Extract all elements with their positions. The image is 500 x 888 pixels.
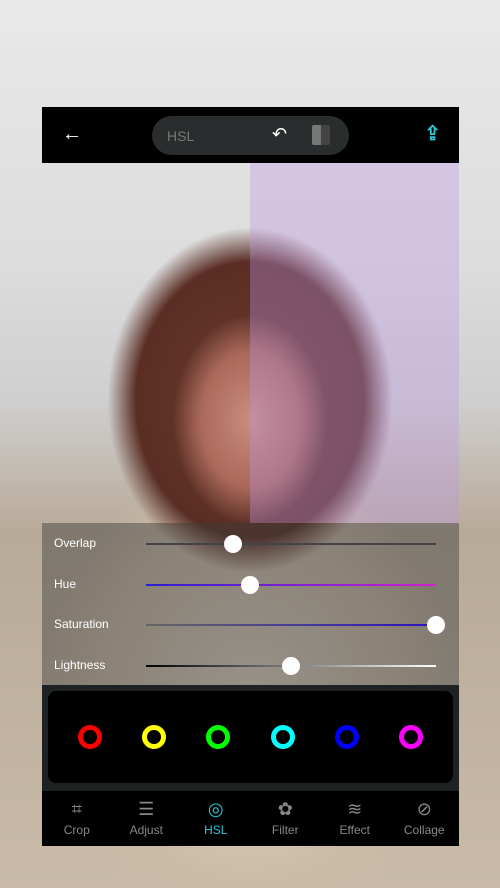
slider-panel: Overlap Hue Saturation Lightness [42,523,459,685]
nav-filter[interactable]: ✿ Filter [251,791,321,846]
color-swatch[interactable] [270,725,295,749]
sliders-icon: ☰ [138,799,155,819]
slider-track[interactable] [146,656,436,675]
color-swatch[interactable] [142,725,167,749]
top-toolbar: ← HSL ↶ ⇪ [42,107,459,163]
upload-icon[interactable]: ⇪ [424,121,441,146]
arrow-left-icon[interactable]: ← [62,123,82,146]
hsl-editor: ← HSL ↶ ⇪ Overlap Hue Saturation Lightne… [42,107,459,846]
slider-track[interactable] [146,616,445,634]
color-swatch[interactable] [334,725,359,749]
color-swatch[interactable] [398,725,423,749]
slider-track[interactable] [146,535,436,553]
nav-hsl[interactable]: ◎ HSL [181,791,251,846]
nav-label: Adjust [129,823,163,837]
nav-label: Crop [63,823,90,837]
slider-thumb[interactable] [427,616,445,634]
nav-label: Effect [339,823,370,837]
slider-thumb[interactable] [224,535,242,553]
undo-icon[interactable]: ↶ [272,124,287,145]
collage-icon: ⊘ [416,799,432,819]
waves-icon: ≋ [347,799,363,819]
slider-label: Lightness [54,657,106,672]
nav-label: Filter [271,823,299,837]
slider-hue[interactable]: Hue [42,570,459,600]
slider-overlap[interactable]: Overlap [42,529,459,559]
hsl-icon: ◎ [207,799,224,819]
nav-crop[interactable]: ⌗ Crop [42,791,112,846]
slider-label: Saturation [54,617,109,631]
slider-label: Hue [54,576,77,591]
hsl-preview-overlay [250,163,459,523]
slider-label: Overlap [54,536,97,550]
color-swatch[interactable] [206,725,231,749]
color-swatch[interactable] [78,725,103,749]
tool-title: HSL [167,128,195,144]
flower-icon: ✿ [277,799,293,819]
nav-collage[interactable]: ⊘ Collage [390,791,460,846]
slider-saturation[interactable]: Saturation [42,610,459,640]
crop-icon: ⌗ [71,799,82,819]
slider-lightness[interactable]: Lightness [42,651,459,681]
nav-effect[interactable]: ≋ Effect [320,791,390,846]
compare-icon[interactable] [312,125,330,145]
nav-label: HSL [204,823,228,837]
nav-label: Collage [403,823,445,837]
tool-pill: HSL ↶ [152,116,349,155]
slider-thumb[interactable] [282,656,300,675]
color-picker [42,685,459,791]
bottom-nav: ⌗ Crop ☰ Adjust ◎ HSL ✿ Filter ≋ Effect ⊘ Collage [42,791,459,846]
slider-thumb[interactable] [241,575,260,594]
nav-adjust[interactable]: ☰ Adjust [112,791,182,846]
slider-track[interactable] [146,575,436,594]
